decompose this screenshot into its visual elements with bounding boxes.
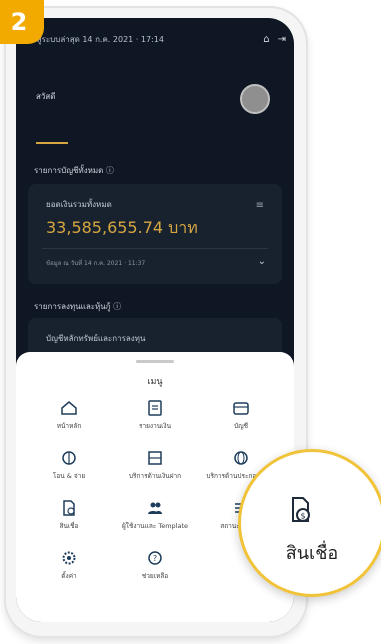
transfer-icon: [62, 451, 76, 465]
logout-icon[interactable]: ⇥: [278, 34, 286, 45]
last-login-text: เข้าสู่ระบบล่าสุด 14 ก.ค. 2021 · 17:14: [24, 34, 164, 44]
balance-amount: 33,585,655.74 บาท: [46, 218, 198, 237]
eye-toggle-icon[interactable]: ≡: [256, 200, 264, 211]
globe-icon: [234, 451, 248, 465]
bell-icon[interactable]: ⌂: [263, 34, 269, 45]
settings-icon: [62, 551, 76, 565]
loan-icon: [63, 500, 75, 516]
menu-item-label: ช่วยเหลือ: [141, 572, 169, 580]
menu-title: เมนู: [147, 377, 163, 387]
wallet-icon: [233, 402, 249, 415]
loan-icon: $: [292, 497, 310, 522]
investment-label: บัญชีหลักทรัพย์และการลงทุน: [46, 334, 146, 343]
menu-item-loan[interactable]: สินเชื่อ: [26, 498, 112, 550]
sheet-handle[interactable]: [136, 360, 174, 363]
balance-label: ยอดเงินรวมทั้งหมด: [46, 200, 112, 209]
svg-text:?: ?: [153, 554, 157, 563]
greeting-text: สวัสดี: [36, 92, 56, 101]
menu-item-settings[interactable]: ตั้งค่า: [26, 548, 112, 600]
menu-item-help[interactable]: ? ช่วยเหลือ: [112, 548, 198, 600]
accent-divider: [36, 142, 68, 144]
zoom-callout-label: สินเชื่อ: [285, 543, 339, 564]
menu-item-label: บัญชี: [233, 422, 249, 430]
balance-card[interactable]: ยอดเงินรวมทั้งหมด 33,585,655.74 บาท ≡ ข้…: [28, 184, 282, 284]
chevron-down-icon[interactable]: ⌄: [258, 256, 266, 267]
exchange-icon: [148, 451, 162, 465]
menu-item-label: สินเชื่อ: [59, 522, 79, 530]
svg-text:$: $: [300, 512, 305, 521]
menu-item-transfer[interactable]: โอน & จ่าย: [26, 448, 112, 500]
menu-item-account[interactable]: บัญชี: [198, 398, 284, 450]
home-icon: [61, 401, 77, 415]
avatar[interactable]: [240, 84, 270, 114]
menu-item-label: โอน & จ่าย: [52, 472, 86, 480]
menu-item-users[interactable]: ผู้ใช้งานและ Template: [112, 498, 198, 550]
menu-item-label: บริการด้านเงินฝาก: [128, 472, 182, 480]
menu-item-deposit[interactable]: บริการด้านเงินฝาก: [112, 448, 198, 500]
status-bar: เข้าสู่ระบบล่าสุด 14 ก.ค. 2021 · 17:14 ⌂…: [24, 26, 286, 52]
menu-item-report[interactable]: รายงานเงิน: [112, 398, 198, 450]
help-icon: ?: [148, 551, 162, 565]
menu-item-label: รายงานเงิน: [138, 422, 172, 430]
balance-updated-text: ข้อมูล ณ วันที่ 14 ก.ค. 2021 · 11:37: [46, 260, 146, 267]
card-divider: [42, 248, 268, 249]
step-badge: 2: [0, 0, 44, 44]
menu-item-label: ตั้งค่า: [61, 572, 77, 580]
document-icon: [148, 400, 162, 416]
menu-item-home[interactable]: หน้าหลัก: [26, 398, 112, 450]
menu-item-label: หน้าหลัก: [56, 422, 82, 430]
accounts-section-title: รายการบัญชีทั้งหมด ⓘ: [34, 166, 114, 175]
users-icon: [148, 502, 162, 514]
menu-item-label: ผู้ใช้งานและ Template: [121, 522, 189, 530]
zoom-callout-loan[interactable]: $ สินเชื่อ: [238, 449, 381, 597]
investment-section-title: รายการลงทุนและหุ้นกู้ ⓘ: [34, 302, 122, 311]
